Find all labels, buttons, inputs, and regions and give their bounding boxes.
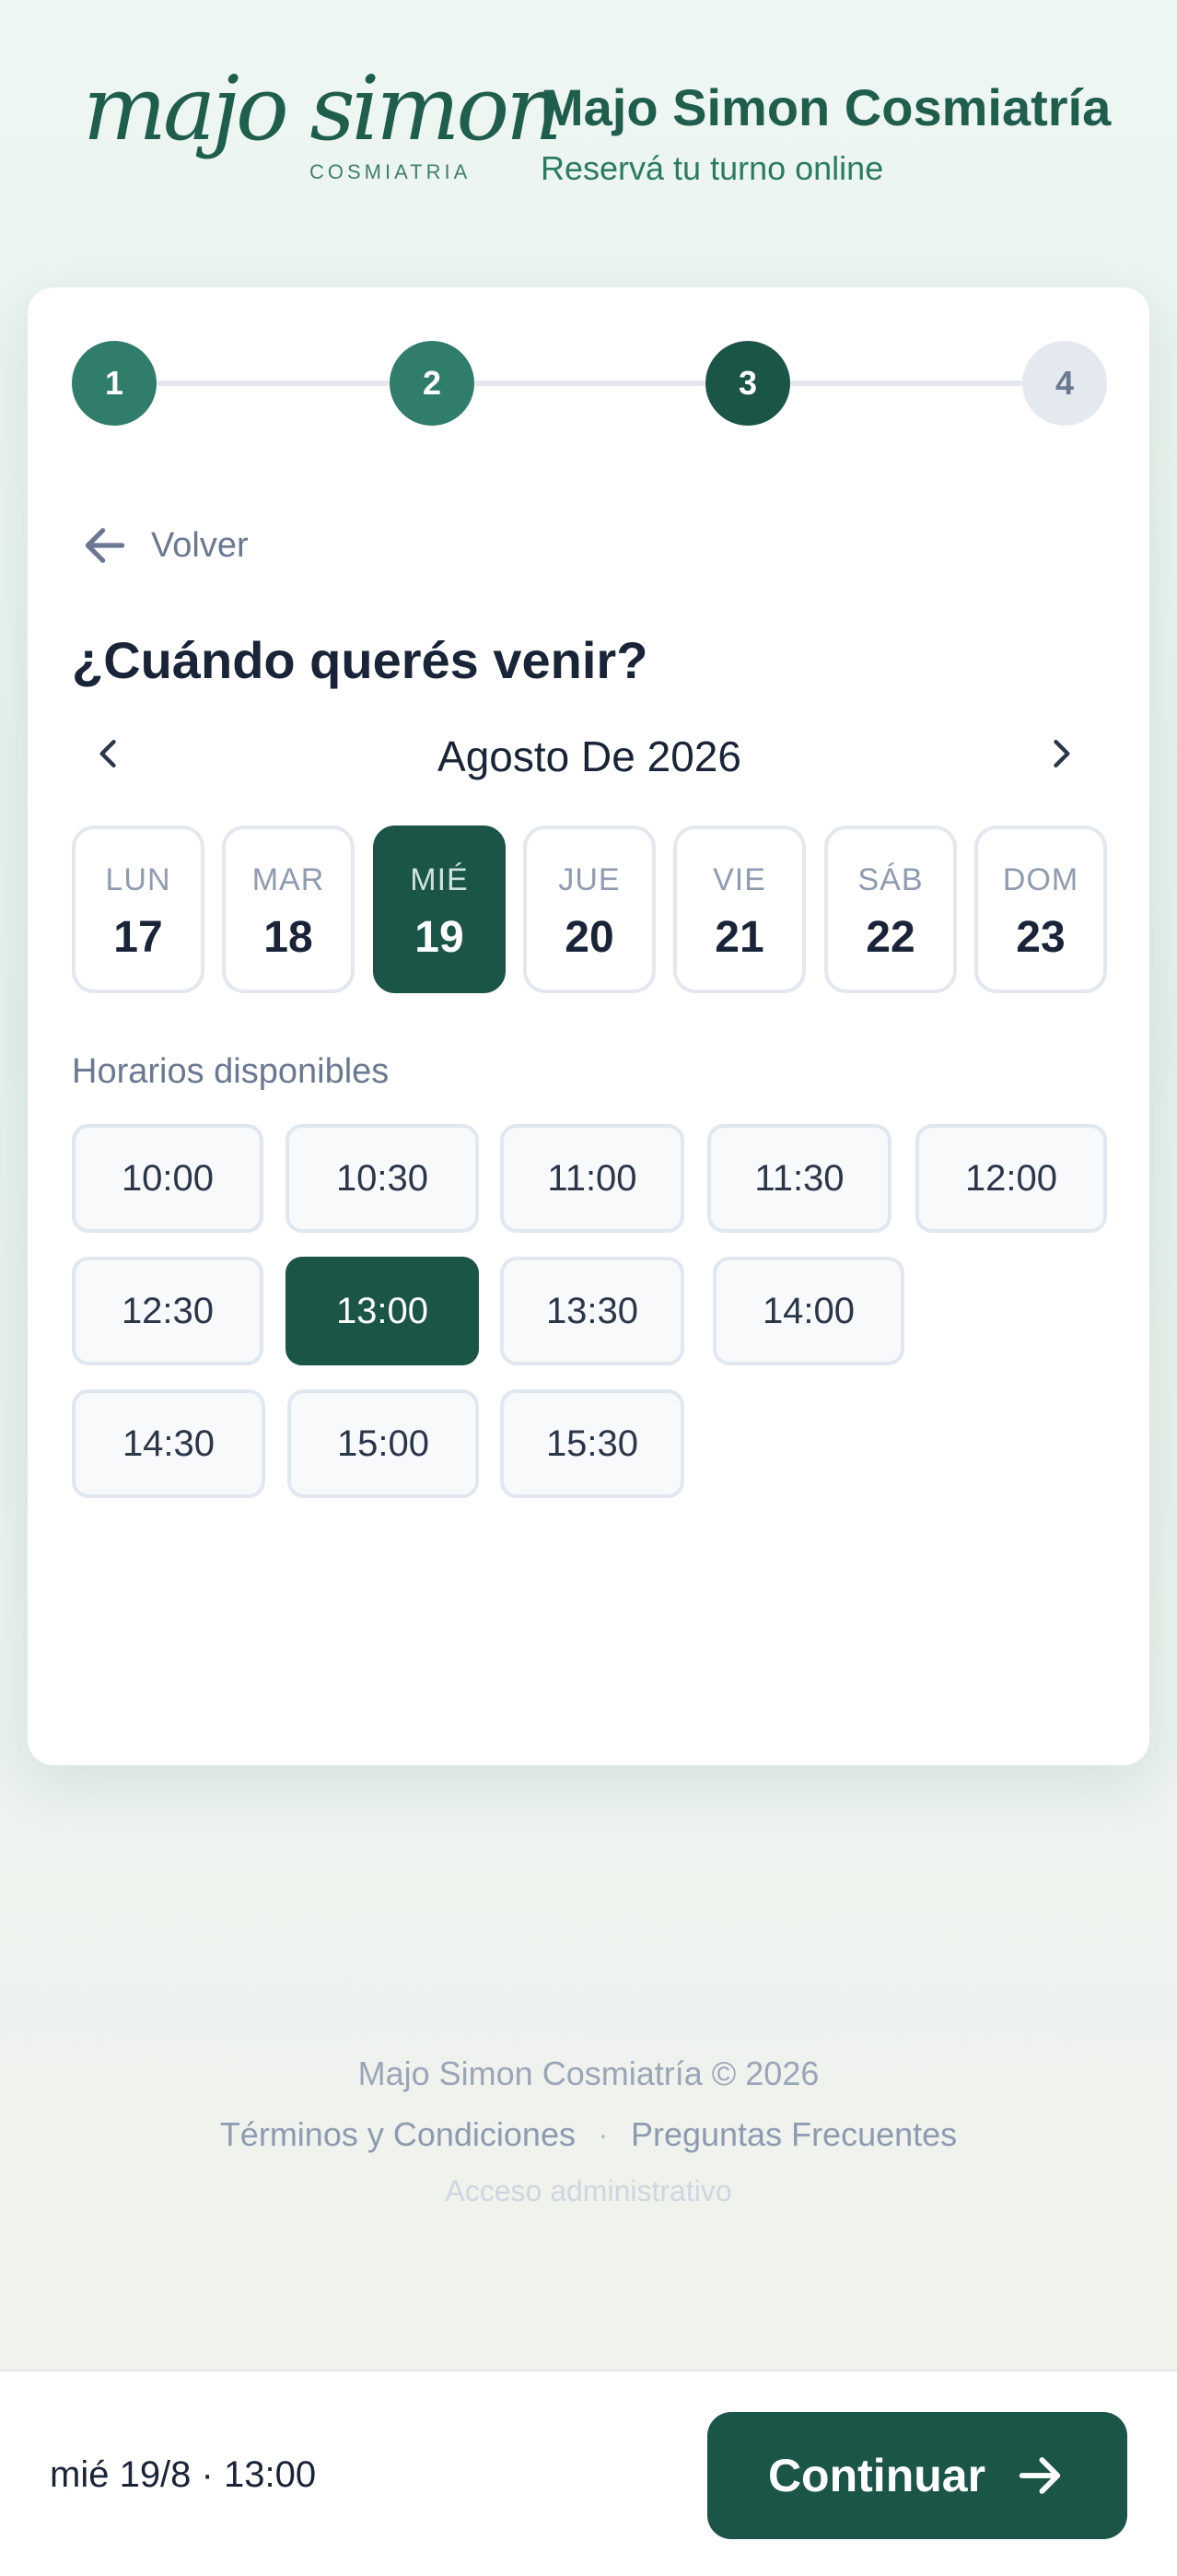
back-label: Volver (151, 525, 249, 565)
logo-wordmark: majo simon (83, 57, 563, 160)
day-name: JUE (558, 862, 621, 897)
faq-link[interactable]: Preguntas Frecuentes (631, 2115, 957, 2153)
time-slot[interactable]: 15:30 (500, 1389, 684, 1498)
day-option[interactable]: VIE 21 (673, 825, 806, 993)
logo-subtitle: COSMIATRIA (309, 160, 472, 183)
arrow-left-icon (85, 528, 125, 563)
progress-stepper: 1 2 3 4 (72, 341, 1107, 426)
slots-heading: Horarios disponibles (72, 1052, 390, 1091)
day-option[interactable]: MIÉ 19 (373, 825, 506, 993)
arrow-right-icon (1019, 2457, 1061, 2494)
time-slot[interactable]: 11:30 (707, 1124, 891, 1233)
day-name: MIÉ (410, 862, 469, 897)
day-number: 23 (1016, 913, 1066, 962)
time-slot[interactable]: 14:00 (713, 1257, 904, 1365)
brand-title: Majo Simon Cosmiatría (541, 78, 1112, 136)
day-number: 22 (866, 913, 915, 962)
day-number: 17 (113, 913, 163, 962)
selection-summary: mié 19/8 · 13:00 (50, 2454, 317, 2495)
time-slot[interactable]: 13:00 (286, 1257, 479, 1365)
back-button[interactable]: Volver (79, 520, 249, 571)
time-slot[interactable]: 11:00 (500, 1124, 684, 1233)
step-connector (157, 381, 390, 386)
continue-button[interactable]: Continuar (707, 2412, 1127, 2539)
header: majo simon COSMIATRIA Majo Simon Cosmiat… (0, 0, 1177, 276)
day-number: 19 (414, 913, 464, 962)
next-month-button[interactable] (1035, 728, 1087, 779)
day-option[interactable]: MAR 18 (222, 825, 355, 993)
day-number: 18 (263, 913, 313, 962)
day-option[interactable]: JUE 20 (523, 825, 656, 993)
footer-separator: · (597, 2115, 609, 2153)
day-name: LUN (105, 862, 171, 897)
month-navigator: Agosto De 2026 (72, 720, 1107, 785)
time-slot[interactable]: 12:30 (72, 1257, 263, 1365)
admin-access-link[interactable]: Acceso administrativo (0, 2174, 1177, 2208)
time-slot[interactable]: 13:30 (500, 1257, 684, 1365)
day-name: DOM (1002, 862, 1079, 897)
booking-card: 1 2 3 4 Volver ¿Cuándo querés venir? Ago… (28, 287, 1149, 1765)
chevron-right-icon (1054, 739, 1070, 768)
month-label: Agosto De 2026 (437, 732, 741, 780)
day-number: 21 (715, 913, 764, 962)
step-2: 2 (390, 341, 474, 426)
footer-links: Términos y Condiciones · Preguntas Frecuen… (0, 2115, 1177, 2154)
time-slot[interactable]: 14:30 (72, 1389, 265, 1498)
day-option[interactable]: SÁB 22 (824, 825, 957, 993)
day-name: SÁB (857, 862, 924, 897)
day-selector: LUN 17 MAR 18 MIÉ 19 JUE 20 VIE 21 SÁB 22 DOM 23 (72, 825, 1107, 993)
time-slot[interactable]: 12:00 (915, 1124, 1107, 1233)
day-number: 20 (565, 913, 614, 962)
continue-label: Continuar (767, 2450, 986, 2501)
brand-logo: majo simon COSMIATRIA (83, 64, 563, 193)
brand-subtitle: Reservá tu turno online (541, 149, 884, 187)
time-slot[interactable]: 15:00 (287, 1389, 479, 1498)
step-1: 1 (72, 341, 157, 426)
step-4: 4 (1022, 341, 1107, 426)
day-name: VIE (713, 862, 766, 897)
day-option[interactable]: LUN 17 (72, 825, 204, 993)
footer-copyright: Majo Simon Cosmiatría © 2026 (357, 2055, 820, 2092)
date-question-heading: ¿Cuándo querés venir? (72, 631, 648, 689)
bottom-action-bar: mié 19/8 · 13:00 Continuar (0, 2370, 1177, 2576)
step-3: 3 (705, 341, 790, 426)
day-name: MAR (251, 862, 325, 897)
time-slot[interactable]: 10:00 (72, 1124, 263, 1233)
terms-link[interactable]: Términos y Condiciones (220, 2115, 576, 2153)
day-option[interactable]: DOM 23 (974, 825, 1107, 993)
step-connector (790, 381, 1022, 386)
time-slot[interactable]: 10:30 (286, 1124, 479, 1233)
step-connector (474, 381, 705, 386)
